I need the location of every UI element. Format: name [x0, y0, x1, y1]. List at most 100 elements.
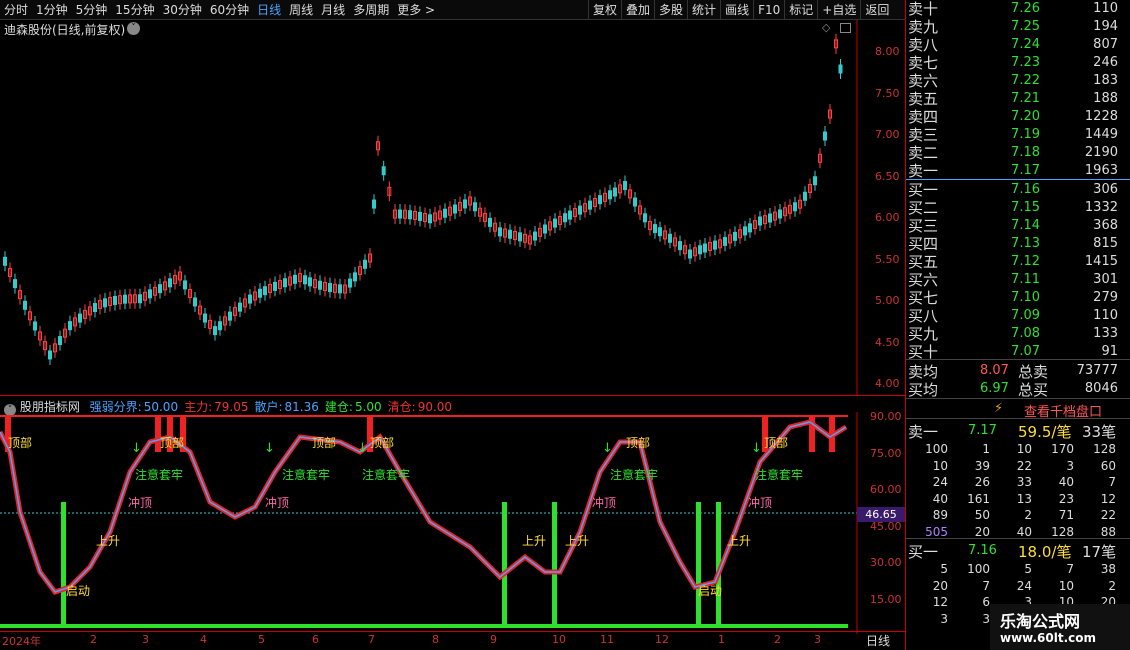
tab-period-9[interactable]: 多周期	[349, 0, 393, 20]
sell-level-row[interactable]: 卖九 7.25 194	[906, 18, 1130, 36]
sell-level-row[interactable]: 卖五 7.21 188	[906, 90, 1130, 108]
candle-body	[703, 243, 707, 253]
sell-level-row[interactable]: 卖二 7.18 2190	[906, 144, 1130, 162]
signal-label-attn: 注意套牢	[610, 468, 659, 482]
candle-body	[338, 284, 342, 294]
candle-body	[553, 218, 557, 228]
candle-body	[743, 226, 747, 236]
tab-period-3[interactable]: 15分钟	[111, 0, 158, 20]
candle-body	[381, 166, 386, 176]
tab-period-1[interactable]: 1分钟	[32, 0, 72, 20]
signal-label-attn: 注意套牢	[755, 468, 804, 482]
sell-level-row[interactable]: 卖十 7.26 110	[906, 0, 1130, 18]
date-tick: 11	[600, 633, 614, 646]
signal-label-rise: 上升	[96, 534, 121, 548]
candle-body	[68, 321, 72, 331]
avg-buy-label: 买均	[908, 381, 939, 399]
candle-body	[258, 288, 262, 298]
candle-body	[588, 200, 592, 210]
candle-body	[308, 277, 312, 287]
candle-body	[348, 278, 352, 288]
candle-body	[643, 213, 647, 223]
candle-body	[668, 233, 672, 243]
candle-body	[103, 298, 107, 308]
candle-body	[723, 236, 727, 246]
tab-period-4[interactable]: 30分钟	[159, 0, 206, 20]
order-book-panel: 卖十 7.26 110 卖九 7.25 194 卖八 7.24 807 卖七 7.23 246 卖六 7.…	[905, 0, 1130, 650]
candle-body	[273, 281, 277, 291]
toolbar-button-8[interactable]: 返回	[860, 0, 893, 20]
tab-period-5[interactable]: 60分钟	[206, 0, 253, 20]
candle-body	[563, 213, 567, 223]
signal-label-rise: 上升	[727, 534, 752, 548]
sell-level-row[interactable]: 卖八 7.24 807	[906, 36, 1130, 54]
candle-body	[473, 202, 477, 212]
tab-period-0[interactable]: 分时	[0, 0, 32, 20]
candle-body	[613, 187, 617, 197]
total-sell: 73777	[1076, 363, 1118, 378]
avg-buy: 6.97	[980, 381, 1009, 396]
thousand-level-button[interactable]: ⚡ 查看千档盘口	[906, 398, 1130, 420]
price-chart[interactable]	[0, 20, 905, 395]
buy-level-row[interactable]: 买五 7.12 1415	[906, 253, 1130, 271]
toolbar-button-4[interactable]: 画线	[720, 0, 753, 20]
tab-period-6[interactable]: 日线	[253, 0, 285, 20]
tab-period-2[interactable]: 5分钟	[72, 0, 112, 20]
candle-body	[148, 289, 152, 299]
candle-body	[138, 294, 142, 304]
sell-level-row[interactable]: 卖一 7.17 1963	[906, 162, 1130, 180]
price-tick: 5.50	[875, 252, 900, 266]
candle-body	[498, 227, 502, 237]
toolbar-button-6[interactable]: 标记	[784, 0, 817, 20]
buy-level-row[interactable]: 买七 7.10 279	[906, 289, 1130, 307]
candle-body	[78, 313, 82, 323]
buy-level-row[interactable]: 买六 7.11 301	[906, 271, 1130, 289]
toolbar-button-0[interactable]: 复权	[588, 0, 621, 20]
candle-body	[13, 279, 17, 289]
candle-body	[813, 176, 817, 186]
candle-body	[653, 224, 657, 234]
current-value-tag: 46.65	[857, 507, 905, 522]
toolbar-button-1[interactable]: 叠加	[621, 0, 654, 20]
candle-body	[193, 297, 197, 307]
buy-level-row[interactable]: 买九 7.08 133	[906, 325, 1130, 343]
candle-body	[303, 275, 307, 285]
period-tabs: 分时 1分钟 5分钟 15分钟 30分钟 60分钟 日线 周线 月线 多周期 更多 >	[0, 0, 439, 20]
toolbar: 分时 1分钟 5分钟 15分钟 30分钟 60分钟 日线 周线 月线 多周期 更多 > 复权 叠加 多股…	[0, 0, 905, 20]
sell-level-row[interactable]: 卖三 7.19 1449	[906, 126, 1130, 144]
candle-body	[93, 303, 97, 313]
signal-label-attn: 注意套牢	[362, 468, 411, 482]
avg-sell: 8.07	[980, 363, 1009, 378]
buy-level-row[interactable]: 买三 7.14 368	[906, 217, 1130, 235]
indicator-tick: 15.00	[870, 592, 902, 606]
toolbar-button-2[interactable]: 多股	[654, 0, 687, 20]
sell-level-row[interactable]: 卖七 7.23 246	[906, 54, 1130, 72]
buy-level-row[interactable]: 买四 7.13 815	[906, 235, 1130, 253]
buy-level-row[interactable]: 买八 7.09 110	[906, 307, 1130, 325]
signal-label-chong: 冲顶	[128, 496, 153, 510]
toolbar-button-5[interactable]: F10	[753, 0, 784, 20]
order-size-row: 20 7 24 10 2	[932, 578, 1116, 593]
tab-period-7[interactable]: 周线	[285, 0, 317, 20]
toolbar-button-3[interactable]: 统计	[687, 0, 720, 20]
candle-body	[238, 302, 242, 312]
candle-body	[633, 197, 637, 207]
buy-level-row[interactable]: 买二 7.15 1332	[906, 199, 1130, 217]
sell-level-row[interactable]: 卖六 7.22 183	[906, 72, 1130, 90]
buy-level-row[interactable]: 买一 7.16 306	[906, 181, 1130, 199]
tab-period-10[interactable]: 更多 >	[393, 0, 439, 20]
order-size-row: 10 39 22 3 60	[932, 458, 1116, 473]
candle-body	[168, 278, 172, 288]
candle-body	[398, 209, 402, 219]
tab-period-8[interactable]: 月线	[317, 0, 349, 20]
candle-body	[453, 204, 457, 214]
signal-label-chong: 冲顶	[265, 496, 290, 510]
candle-body	[518, 232, 522, 242]
signal-label-attn: 注意套牢	[282, 468, 331, 482]
candle-body	[248, 294, 252, 304]
candle-body	[733, 231, 737, 241]
toolbar-button-7[interactable]: +自选	[817, 0, 860, 20]
sell-level-row[interactable]: 卖四 7.20 1228	[906, 108, 1130, 126]
candle-body	[678, 241, 682, 251]
candle-body	[228, 311, 232, 321]
